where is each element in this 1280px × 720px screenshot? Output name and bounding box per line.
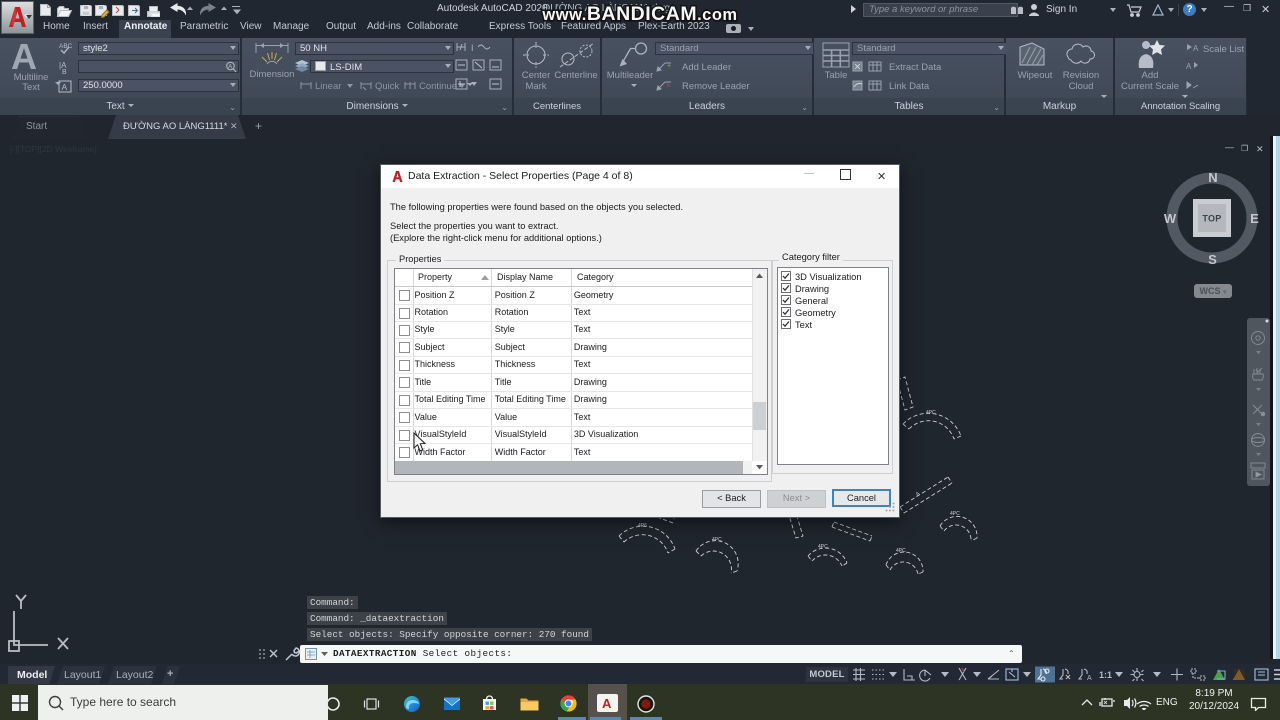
- svg-text:4PC: 4PC: [712, 537, 722, 543]
- svg-text:A: A: [1087, 675, 1092, 682]
- svg-text:A: A: [915, 490, 922, 497]
- svg-text:1:1: 1:1: [1099, 670, 1112, 680]
- svg-text:B: B: [62, 69, 67, 76]
- svg-text:E: E: [1250, 211, 1259, 226]
- svg-text:Linear: Linear: [315, 81, 341, 92]
- svg-text:4P6: 4P6: [638, 523, 647, 529]
- svg-text:A: A: [1193, 44, 1199, 53]
- svg-text:+: +: [667, 63, 671, 70]
- svg-text:4PC: 4PC: [926, 410, 936, 416]
- svg-text:4PC: 4PC: [818, 544, 828, 550]
- svg-text:I: I: [471, 43, 474, 53]
- svg-text:W: W: [1164, 211, 1177, 226]
- svg-text:ABC: ABC: [59, 43, 73, 50]
- svg-text:A: A: [62, 82, 68, 92]
- svg-text:Continue: Continue: [419, 81, 457, 92]
- svg-text:A: A: [228, 65, 232, 71]
- svg-text:4PC: 4PC: [950, 511, 960, 517]
- svg-text:TOP: TOP: [1202, 214, 1221, 224]
- svg-text:4PC: 4PC: [896, 548, 906, 554]
- svg-text:A: A: [1186, 62, 1192, 71]
- svg-text:×: ×: [666, 81, 671, 90]
- svg-text:Quick: Quick: [375, 81, 400, 92]
- svg-text:www.BANDICAM.com: www.BANDICAM.com: [541, 3, 737, 25]
- svg-text:S: S: [1208, 252, 1217, 267]
- svg-text:N: N: [1208, 170, 1217, 185]
